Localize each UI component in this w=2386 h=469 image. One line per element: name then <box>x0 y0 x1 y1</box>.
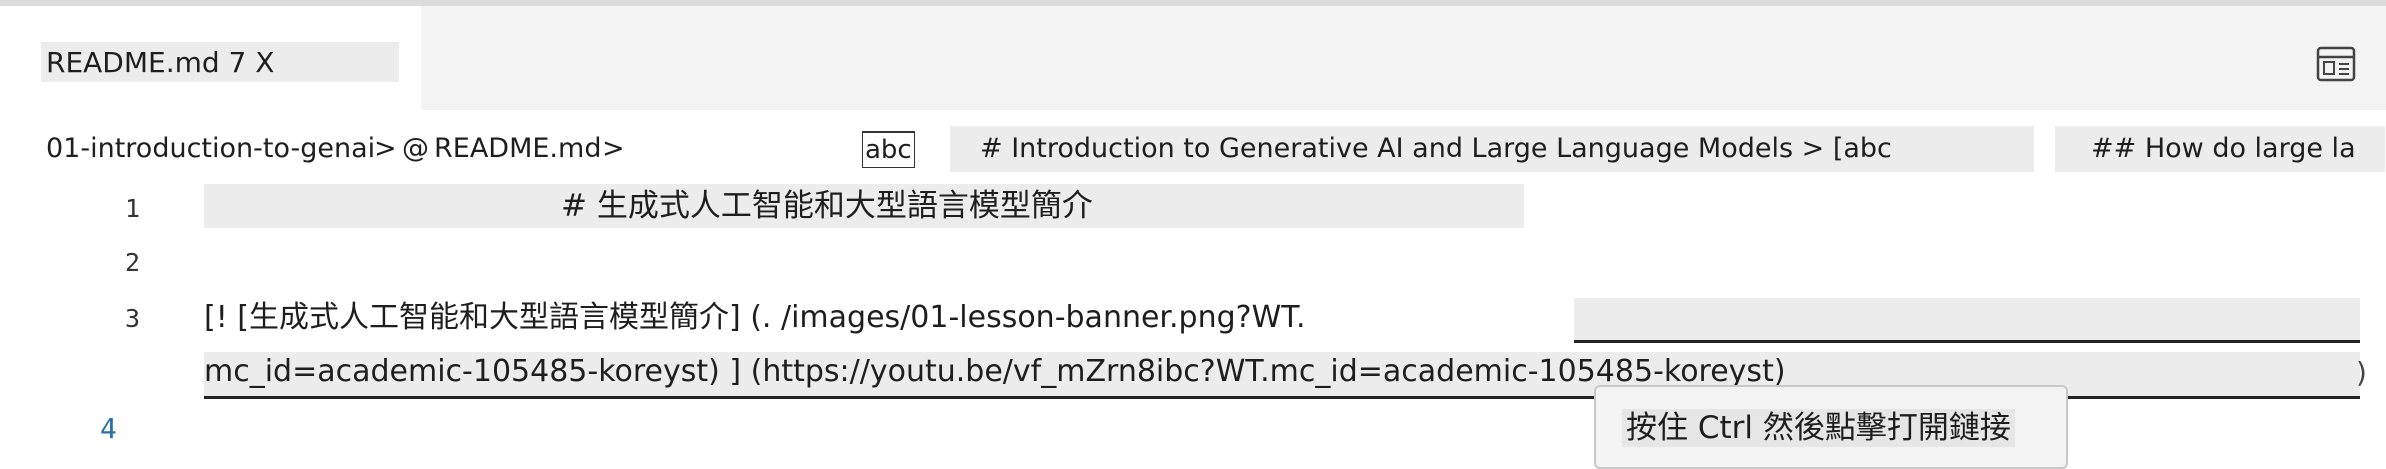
breadcrumb: 01-introduction-to-genai > @ README.md >… <box>0 126 2386 172</box>
tab-bar: README.md 7 X <box>0 6 2386 110</box>
link-hover-tooltip: 按住 Ctrl 然後點擊打開鏈接 <box>1594 385 2068 469</box>
link-underline-highlight <box>1574 298 2360 343</box>
tab-readme[interactable]: README.md 7 X <box>0 6 421 110</box>
breadcrumb-heading-1[interactable]: # Introduction to Generative AI and Larg… <box>950 126 2034 172</box>
layout-toggle-icon[interactable] <box>2316 46 2356 82</box>
line-number: 1 <box>124 194 140 223</box>
code-line-3-wrapped[interactable]: mc_id=academic-105485-koreyst) ] (https:… <box>204 354 1786 390</box>
line-number: 2 <box>124 248 140 277</box>
tooltip-text: 按住 Ctrl 然後點擊打開鏈接 <box>1622 409 2015 447</box>
line-number: 3 <box>124 304 140 333</box>
tab-label: README.md 7 X <box>46 46 275 79</box>
breadcrumb-at-symbol: @ <box>402 133 429 164</box>
line-number-active: 4 <box>100 412 117 445</box>
breadcrumb-folder[interactable]: 01-introduction-to-genai <box>46 126 375 172</box>
wrap-indicator-icon: ) <box>2356 356 2367 389</box>
breadcrumb-file[interactable]: README.md <box>434 126 601 172</box>
code-line-1[interactable]: # 生成式人工智能和大型語言模型簡介 <box>561 188 1093 224</box>
code-line-3[interactable]: [! [生成式人工智能和大型語言模型簡介] (. /images/01-less… <box>204 300 1306 336</box>
breadcrumb-heading-2[interactable]: ## How do large la <box>2055 126 2385 172</box>
editor-area[interactable]: 1 2 3 4 # 生成式人工智能和大型語言模型簡介 [! [生成式人工智能和大… <box>0 180 2386 469</box>
breadcrumb-symbol-badge: abc <box>862 131 915 168</box>
breadcrumb-separator: > <box>602 133 625 164</box>
breadcrumb-separator: > <box>374 133 397 164</box>
